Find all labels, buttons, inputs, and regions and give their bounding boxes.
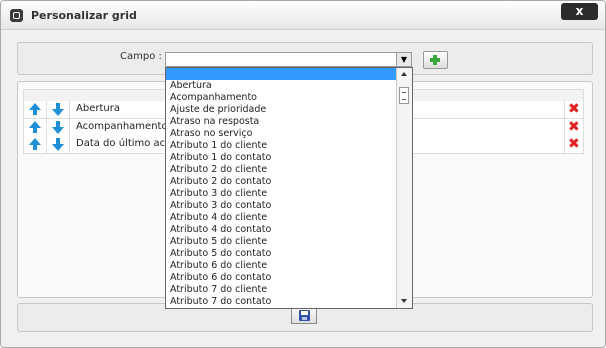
dropdown-option[interactable]: Atributo 2 do cliente xyxy=(166,164,398,176)
move-down-button[interactable] xyxy=(47,119,70,136)
delete-button[interactable]: ✖ xyxy=(564,136,583,153)
dropdown-option[interactable]: Atributo 7 do cliente xyxy=(166,284,398,296)
row-label: Abertura xyxy=(76,103,120,114)
delete-x-icon: ✖ xyxy=(568,119,580,135)
personalizar-grid-dialog: Personalizar grid x Campo : ▼ Abertura ✖… xyxy=(0,0,606,348)
delete-x-icon: ✖ xyxy=(568,101,580,117)
dropdown-option-blank[interactable] xyxy=(166,68,398,80)
row-label: Data do último ac xyxy=(76,138,166,149)
row-label: Acompanhamento xyxy=(76,121,168,132)
dropdown-option[interactable]: Abertura xyxy=(166,80,398,92)
dropdown-option[interactable]: Atributo 6 do cliente xyxy=(166,260,398,272)
delete-x-icon: ✖ xyxy=(568,136,580,152)
save-disk-icon xyxy=(299,310,310,321)
move-up-button[interactable] xyxy=(24,136,47,153)
dropdown-option[interactable]: Atributo 1 do contato xyxy=(166,152,398,164)
scroll-down-icon[interactable] xyxy=(401,299,407,303)
dropdown-option[interactable]: Atributo 5 do cliente xyxy=(166,236,398,248)
arrow-up-stem xyxy=(33,127,37,133)
dropdown-option[interactable]: Acompanhamento xyxy=(166,92,398,104)
dropdown-options: Abertura Acompanhamento Ajuste de priori… xyxy=(166,68,398,308)
plus-icon-stem xyxy=(433,55,437,65)
dropdown-option[interactable]: Atributo 4 do cliente xyxy=(166,212,398,224)
title-bar: Personalizar grid x xyxy=(1,1,605,30)
dropdown-option[interactable]: Atributo 4 do contato xyxy=(166,224,398,236)
dropdown-option[interactable]: Atributo 1 do cliente xyxy=(166,140,398,152)
campo-dropdown-list[interactable]: Abertura Acompanhamento Ajuste de priori… xyxy=(165,67,413,309)
dropdown-option[interactable]: Atributo 3 do cliente xyxy=(166,188,398,200)
move-down-button[interactable] xyxy=(47,101,70,118)
move-up-button[interactable] xyxy=(24,119,47,136)
move-up-button[interactable] xyxy=(24,101,47,118)
arrow-up-stem xyxy=(33,109,37,115)
dropdown-option[interactable]: Atraso no serviço xyxy=(166,128,398,140)
add-field-button[interactable] xyxy=(423,51,448,69)
scroll-up-icon[interactable] xyxy=(401,72,407,76)
dropdown-option[interactable]: Ajuste de prioridade xyxy=(166,104,398,116)
arrow-up-stem xyxy=(33,144,37,150)
dropdown-option[interactable]: Atributo 7 do contato xyxy=(166,296,398,308)
move-down-button[interactable] xyxy=(47,136,70,153)
scrollbar-thumb[interactable] xyxy=(399,87,409,104)
campo-select[interactable]: ▼ xyxy=(165,52,412,67)
delete-button[interactable]: ✖ xyxy=(564,119,583,136)
delete-button[interactable]: ✖ xyxy=(564,101,583,118)
dropdown-option[interactable]: Atributo 6 do contato xyxy=(166,272,398,284)
dropdown-option[interactable]: Atributo 3 do contato xyxy=(166,200,398,212)
chevron-down-icon[interactable]: ▼ xyxy=(396,53,411,66)
arrow-down-icon xyxy=(52,127,64,134)
arrow-down-icon xyxy=(52,144,64,151)
campo-label: Campo : xyxy=(120,51,162,62)
chat-bubble-icon xyxy=(10,9,23,22)
close-button[interactable]: x xyxy=(561,3,598,20)
dropdown-option[interactable]: Atraso na resposta xyxy=(166,116,398,128)
dropdown-option[interactable]: Atributo 5 do contato xyxy=(166,248,398,260)
dropdown-scrollbar[interactable] xyxy=(396,68,412,308)
dialog-title: Personalizar grid xyxy=(31,9,137,22)
dropdown-option[interactable]: Atributo 2 do contato xyxy=(166,176,398,188)
arrow-down-icon xyxy=(52,109,64,116)
